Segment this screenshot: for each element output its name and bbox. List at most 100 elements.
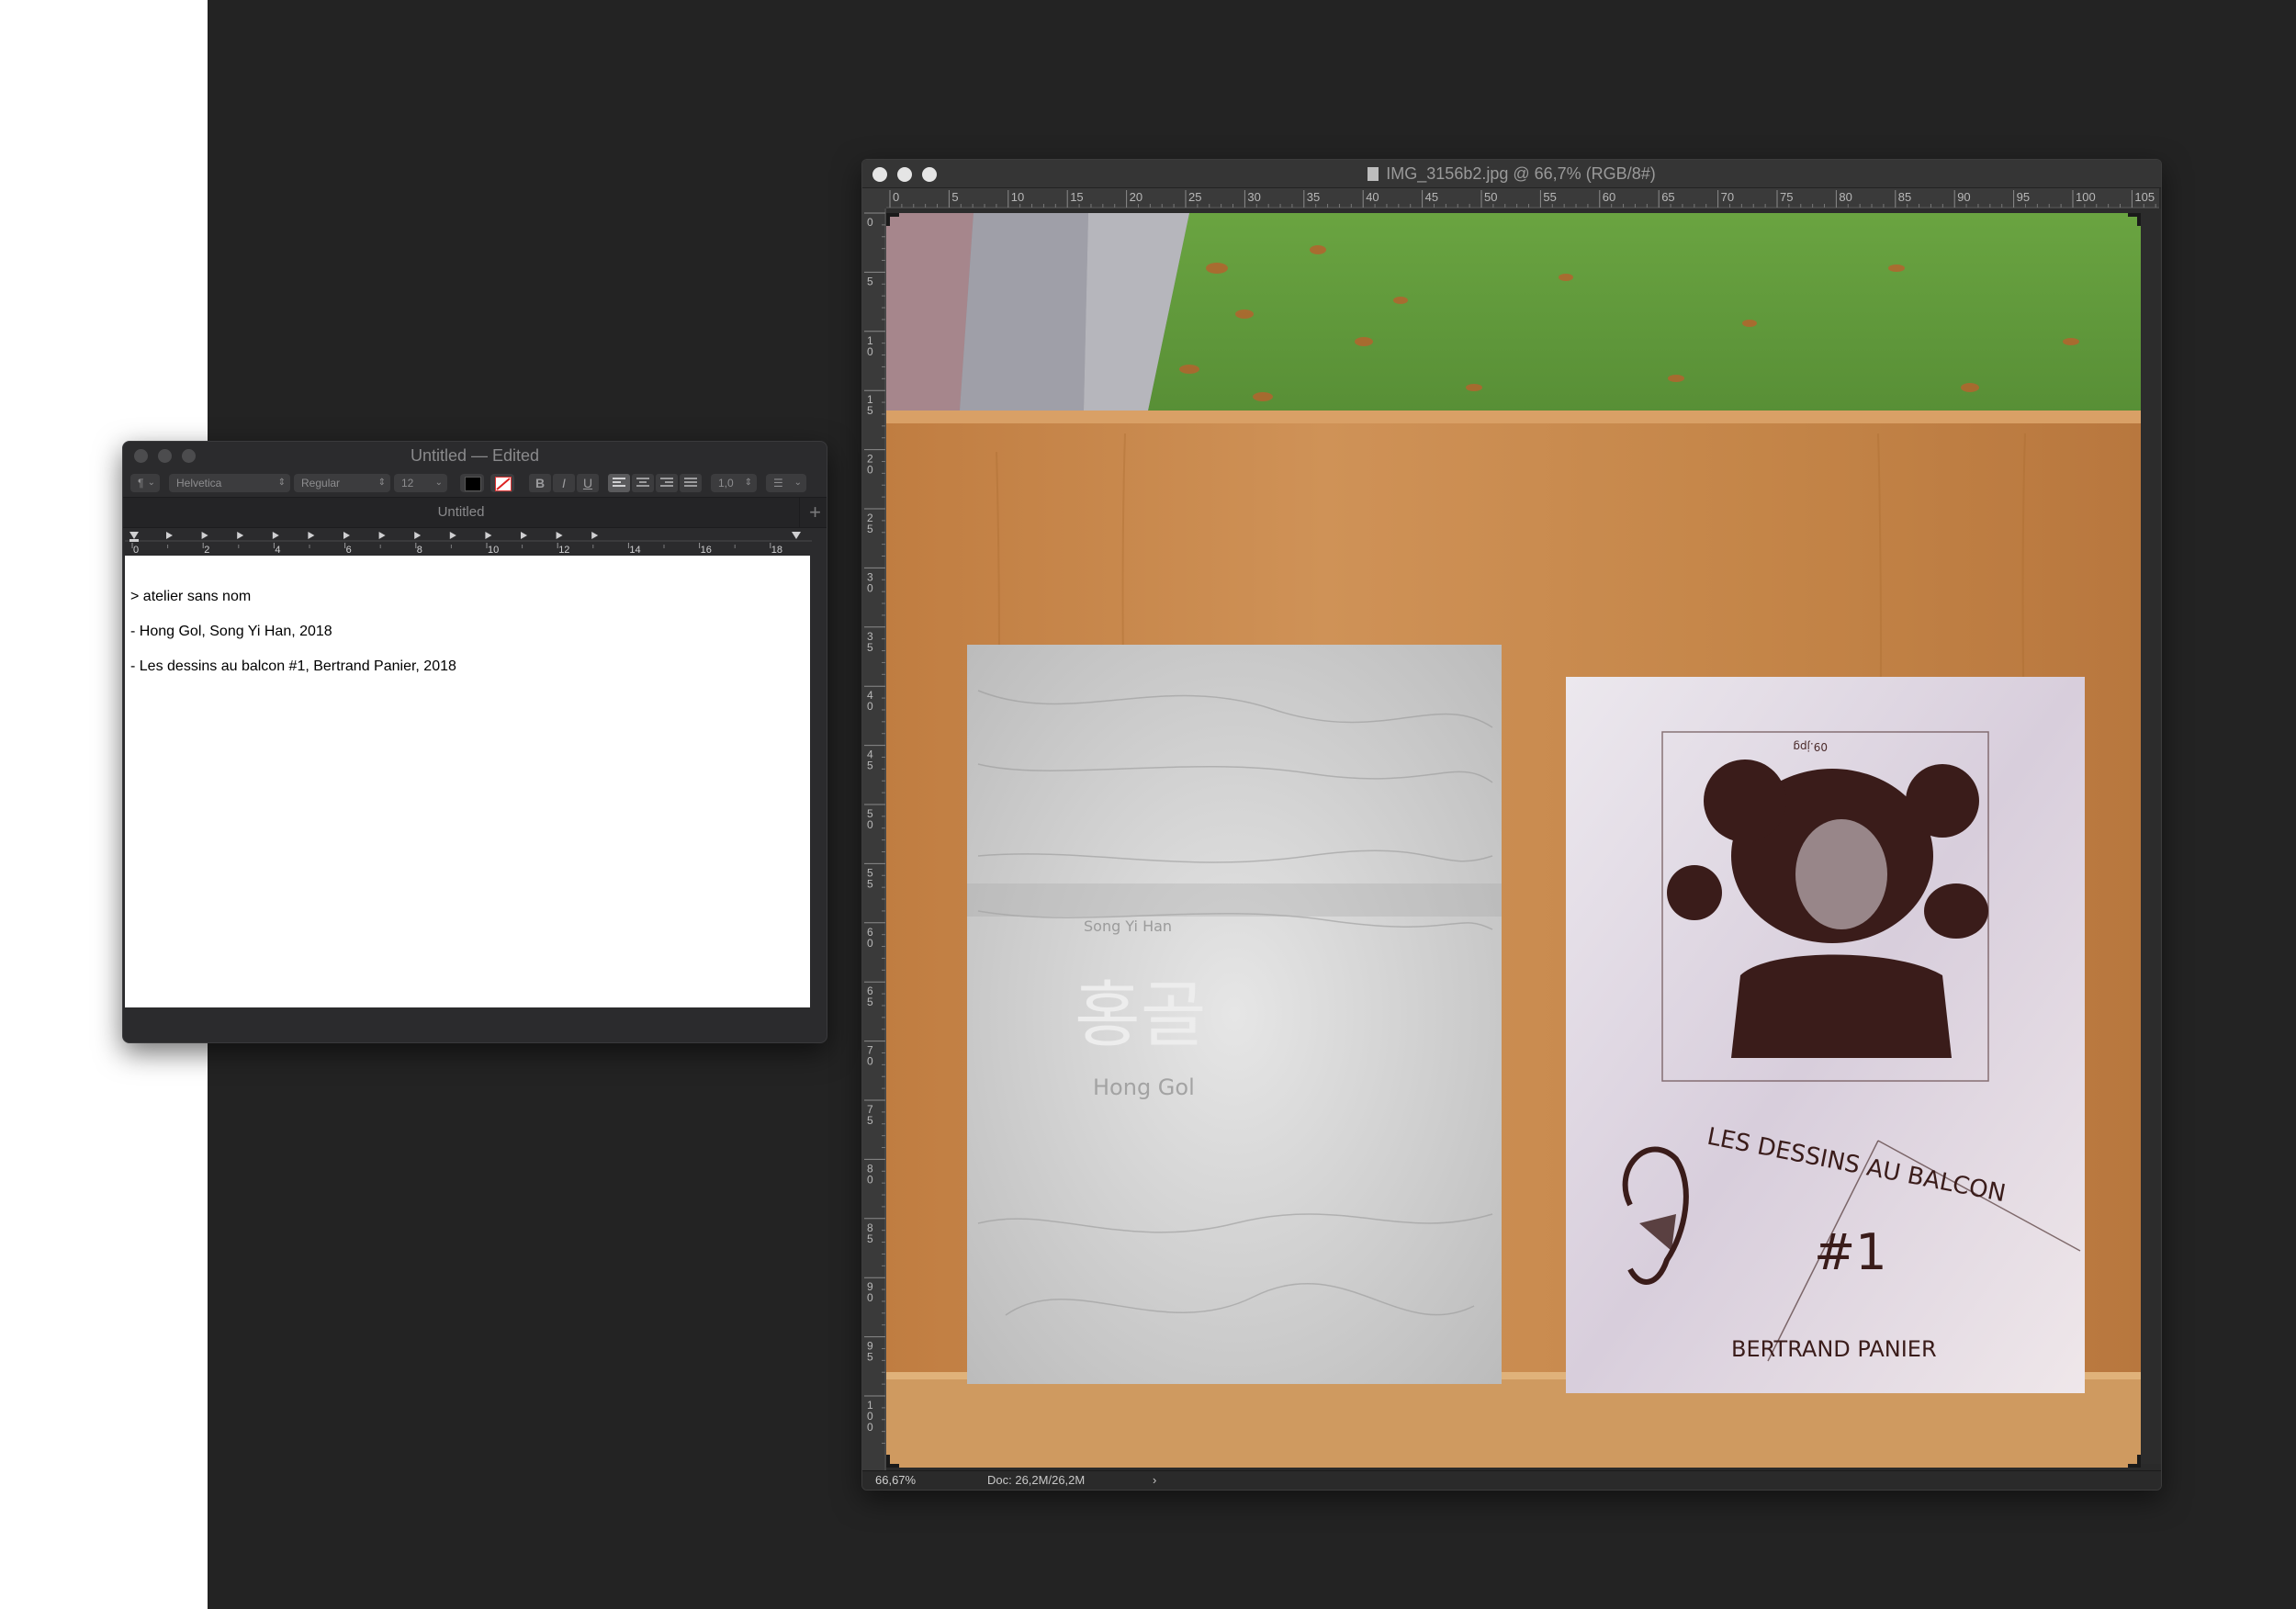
tab-stop-marker[interactable] [272, 532, 279, 539]
ruler-label: 18 [771, 545, 782, 554]
h-ruler-label: 35 [1307, 190, 1320, 204]
h-ruler-label: 105 [2134, 190, 2155, 204]
ruler-label: 12 [558, 545, 569, 554]
minimize-window-button[interactable] [897, 167, 912, 182]
v-ruler-label: 5 [867, 1351, 873, 1364]
font-size-popup[interactable]: 12 ⌄ [394, 474, 447, 492]
list-bullets-popup[interactable]: ☰ ⌄ [766, 474, 806, 492]
document-size: Doc: 26,2M/26,2M [987, 1473, 1086, 1487]
ruler-label: 6 [346, 545, 352, 554]
image-window-title: IMG_3156b2.jpg @ 66,7% (RGB/8#) [1386, 164, 1656, 183]
h-ruler-label: 50 [1484, 190, 1497, 204]
v-ruler-label: 0 [867, 581, 873, 594]
textedit-title: Untitled — Edited [410, 446, 540, 465]
tab-stop-marker[interactable] [556, 532, 563, 539]
document-line-3: - Les dessins au balcon #1, Bertrand Pan… [130, 658, 456, 674]
h-ruler-label: 95 [2017, 190, 2030, 204]
tab-stop-marker[interactable] [201, 532, 208, 539]
h-ruler-label: 25 [1188, 190, 1201, 204]
tab-stop-marker[interactable] [166, 532, 173, 539]
align-center-button[interactable] [632, 474, 654, 492]
tab-stop-marker[interactable] [485, 532, 492, 539]
book-hong-gol: Song Yi Han 홍골 Hong Gol [967, 645, 1502, 1384]
ruler-label: 16 [701, 545, 712, 554]
justify-button[interactable] [680, 474, 702, 492]
h-ruler-label: 100 [2076, 190, 2096, 204]
new-tab-button[interactable]: + [809, 500, 821, 525]
v-ruler-label: 5 [867, 275, 873, 287]
tab-stop-marker[interactable] [308, 532, 315, 539]
book-left-author: Song Yi Han [1084, 917, 1172, 935]
tab-stop-marker[interactable] [343, 532, 350, 539]
h-ruler-label: 10 [1011, 190, 1024, 204]
ruler-label: 2 [204, 545, 209, 554]
ruler-label: 0 [133, 545, 139, 554]
background-color-well[interactable] [490, 474, 514, 492]
v-ruler-label: 0 [867, 700, 873, 713]
v-ruler-label: 0 [867, 1055, 873, 1068]
h-ruler-label: 20 [1130, 190, 1142, 204]
zoom-window-button[interactable] [182, 449, 196, 463]
image-window-titlebar: IMG_3156b2.jpg @ 66,7% (RGB/8#) [862, 160, 2161, 188]
v-ruler-label: 0 [867, 1291, 873, 1304]
font-family-popup[interactable]: Helvetica ⇕ [169, 474, 290, 492]
v-ruler-label: 5 [867, 1114, 873, 1127]
h-ruler-label: 40 [1366, 190, 1379, 204]
align-left-button[interactable] [608, 474, 630, 492]
h-ruler-label: 0 [893, 190, 899, 204]
paragraph-style-popup[interactable]: ¶ ⌄ [130, 474, 160, 492]
vertical-scrollbar[interactable] [810, 556, 825, 1007]
h-ruler-label: 90 [1957, 190, 1970, 204]
h-ruler-label: 80 [1839, 190, 1851, 204]
format-toolbar: ¶ ⌄ Helvetica ⇕ Regular ⇕ 12 ⌄ B I U 1,0 ⇕ ☰ ⌄ [123, 471, 827, 497]
line-spacing-popup[interactable]: 1,0 ⇕ [711, 474, 757, 492]
v-ruler-label: 0 [867, 464, 873, 477]
document-line-2: - Hong Gol, Song Yi Han, 2018 [130, 624, 332, 639]
font-typeface-popup[interactable]: Regular ⇕ [294, 474, 390, 492]
h-ruler-label: 75 [1780, 190, 1793, 204]
italic-button[interactable]: I [553, 474, 575, 492]
zoom-level[interactable]: 66,67% [875, 1471, 916, 1490]
tab-stop-marker[interactable] [414, 532, 422, 539]
v-ruler-label: 5 [867, 523, 873, 535]
tab-stop-marker[interactable] [591, 532, 599, 539]
h-ruler-label: 60 [1603, 190, 1615, 204]
book-les-dessins-au-balcon: 09.jpg LES DESSINS AU BALCON #1 BERTRAND… [1566, 677, 2085, 1393]
tab-stop-marker[interactable] [237, 532, 244, 539]
h-ruler-label: 70 [1721, 190, 1734, 204]
v-ruler-label: 0 [867, 818, 873, 831]
v-ruler-label: 0 [867, 937, 873, 950]
ruler-label: 10 [488, 545, 499, 554]
v-ruler-label: 0 [867, 216, 873, 229]
underline-button[interactable]: U [577, 474, 599, 492]
tab-stop-marker[interactable] [449, 532, 456, 539]
book-right-number: #1 [1814, 1223, 1887, 1281]
horizontal-ruler[interactable]: 0 5 10 15 20 25 30 35 40 45 50 55 60 65 70 75 80 85 90 95 10… [886, 188, 2159, 208]
status-menu-arrow[interactable]: › [1153, 1471, 1156, 1490]
text-ruler[interactable]: 0 2 4 6 8 10 12 14 16 18 [125, 528, 812, 554]
h-ruler-label: 5 [951, 190, 958, 204]
ruler-origin[interactable] [862, 188, 886, 208]
close-window-button[interactable] [872, 167, 887, 182]
minimize-window-button[interactable] [158, 449, 172, 463]
close-window-button[interactable] [134, 449, 148, 463]
h-ruler-label: 30 [1247, 190, 1260, 204]
book-right-author: BERTRAND PANIER [1731, 1336, 1937, 1362]
tab-stop-marker[interactable] [521, 532, 527, 539]
photo-canvas[interactable]: Song Yi Han 홍골 Hong Gol 09.jpg LES DESSI… [886, 213, 2141, 1468]
document-text-area[interactable]: > atelier sans nom - Hong Gol, Song Yi H… [125, 556, 810, 1007]
v-ruler-label: 0 [867, 345, 873, 358]
text-color-well[interactable] [460, 474, 484, 492]
bold-button[interactable]: B [529, 474, 551, 492]
tab-stop-marker[interactable] [378, 532, 386, 539]
document-icon [1367, 167, 1379, 181]
h-ruler-label: 15 [1070, 190, 1083, 204]
ruler-label: 4 [275, 545, 280, 554]
ruler-label: 14 [629, 545, 640, 554]
align-right-button[interactable] [656, 474, 678, 492]
tab-untitled[interactable]: Untitled [123, 498, 800, 527]
vertical-ruler[interactable]: 0510152025303540455055606570758085909510… [862, 208, 886, 1476]
zoom-window-button[interactable] [922, 167, 937, 182]
v-ruler-label: 0 [867, 1173, 873, 1186]
v-ruler-label: 0 [867, 1421, 873, 1434]
